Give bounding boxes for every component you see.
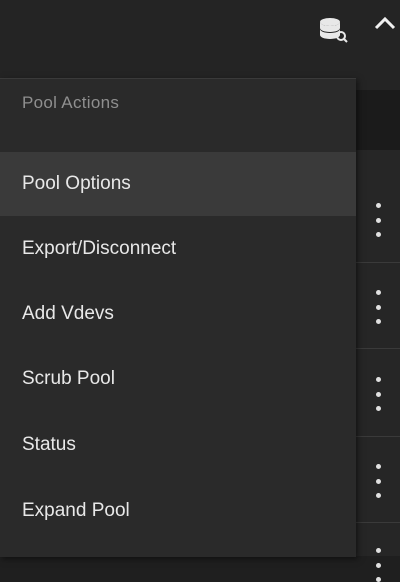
menu-item-status[interactable]: Status	[0, 413, 356, 477]
row-divider	[356, 348, 400, 349]
menu-item-export-disconnect[interactable]: Export/Disconnect	[0, 217, 356, 281]
menu-header: Pool Actions	[22, 93, 120, 112]
chevron-up-icon[interactable]	[372, 12, 398, 34]
row-divider	[356, 436, 400, 437]
more-vert-icon[interactable]	[372, 548, 384, 582]
menu-item-pool-options[interactable]: Pool Options	[0, 152, 356, 216]
more-vert-icon[interactable]	[372, 203, 384, 237]
menu-item-scrub-pool[interactable]: Scrub Pool	[0, 347, 356, 411]
menu-item-expand-pool[interactable]: Expand Pool	[0, 479, 356, 543]
database-icon[interactable]	[318, 14, 348, 44]
row-divider	[356, 262, 400, 263]
menu-item-add-vdevs[interactable]: Add Vdevs	[0, 282, 356, 346]
pool-actions-menu: Pool Actions Pool Options Export/Disconn…	[0, 78, 356, 557]
more-vert-icon[interactable]	[372, 377, 384, 411]
row-divider	[356, 522, 400, 523]
more-vert-icon[interactable]	[372, 464, 384, 498]
more-vert-icon[interactable]	[372, 290, 384, 324]
